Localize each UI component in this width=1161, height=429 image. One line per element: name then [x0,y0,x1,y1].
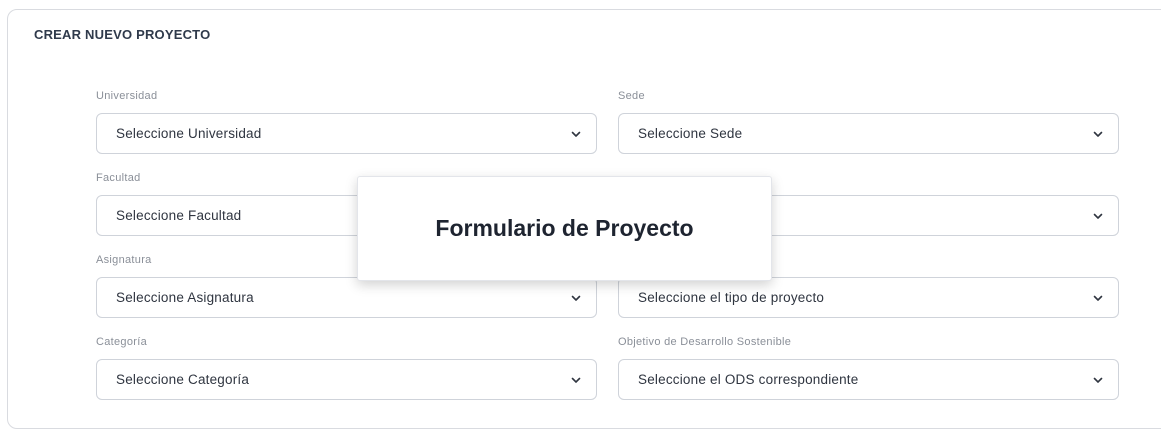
facultad-label: Facultad [96,172,141,184]
tipo-proyecto-select-value: Seleccione el tipo de proyecto [638,290,825,305]
universidad-select[interactable]: Seleccione Universidad [96,113,597,154]
asignatura-select[interactable]: Seleccione Asignatura [96,277,597,318]
sede-select-value: Seleccione Sede [638,126,743,141]
ods-select[interactable]: Seleccione el ODS correspondiente [618,359,1119,400]
tipo-proyecto-select[interactable]: Seleccione el tipo de proyecto [618,277,1119,318]
sede-label: Sede [618,90,645,102]
facultad-select-value: Seleccione Facultad [116,208,242,223]
categoria-select[interactable]: Seleccione Categoría [96,359,597,400]
chevron-down-icon [1093,377,1103,383]
chevron-down-icon [571,377,581,383]
chevron-down-icon [1093,295,1103,301]
chevron-down-icon [571,295,581,301]
page-title: CREAR NUEVO PROYECTO [34,27,211,42]
asignatura-select-value: Seleccione Asignatura [116,290,254,305]
ods-select-value: Seleccione el ODS correspondiente [638,372,859,387]
overlay-title: Formulario de Proyecto [435,215,694,241]
sede-select[interactable]: Seleccione Sede [618,113,1119,154]
ods-label: Objetivo de Desarrollo Sostenible [618,336,792,348]
chevron-down-icon [1093,131,1103,137]
asignatura-label: Asignatura [96,254,152,266]
categoria-select-value: Seleccione Categoría [116,372,250,387]
form-title-overlay: Formulario de Proyecto [357,176,772,281]
universidad-label: Universidad [96,90,158,102]
universidad-select-value: Seleccione Universidad [116,126,262,141]
chevron-down-icon [571,131,581,137]
chevron-down-icon [1093,213,1103,219]
categoria-label: Categoría [96,336,148,348]
